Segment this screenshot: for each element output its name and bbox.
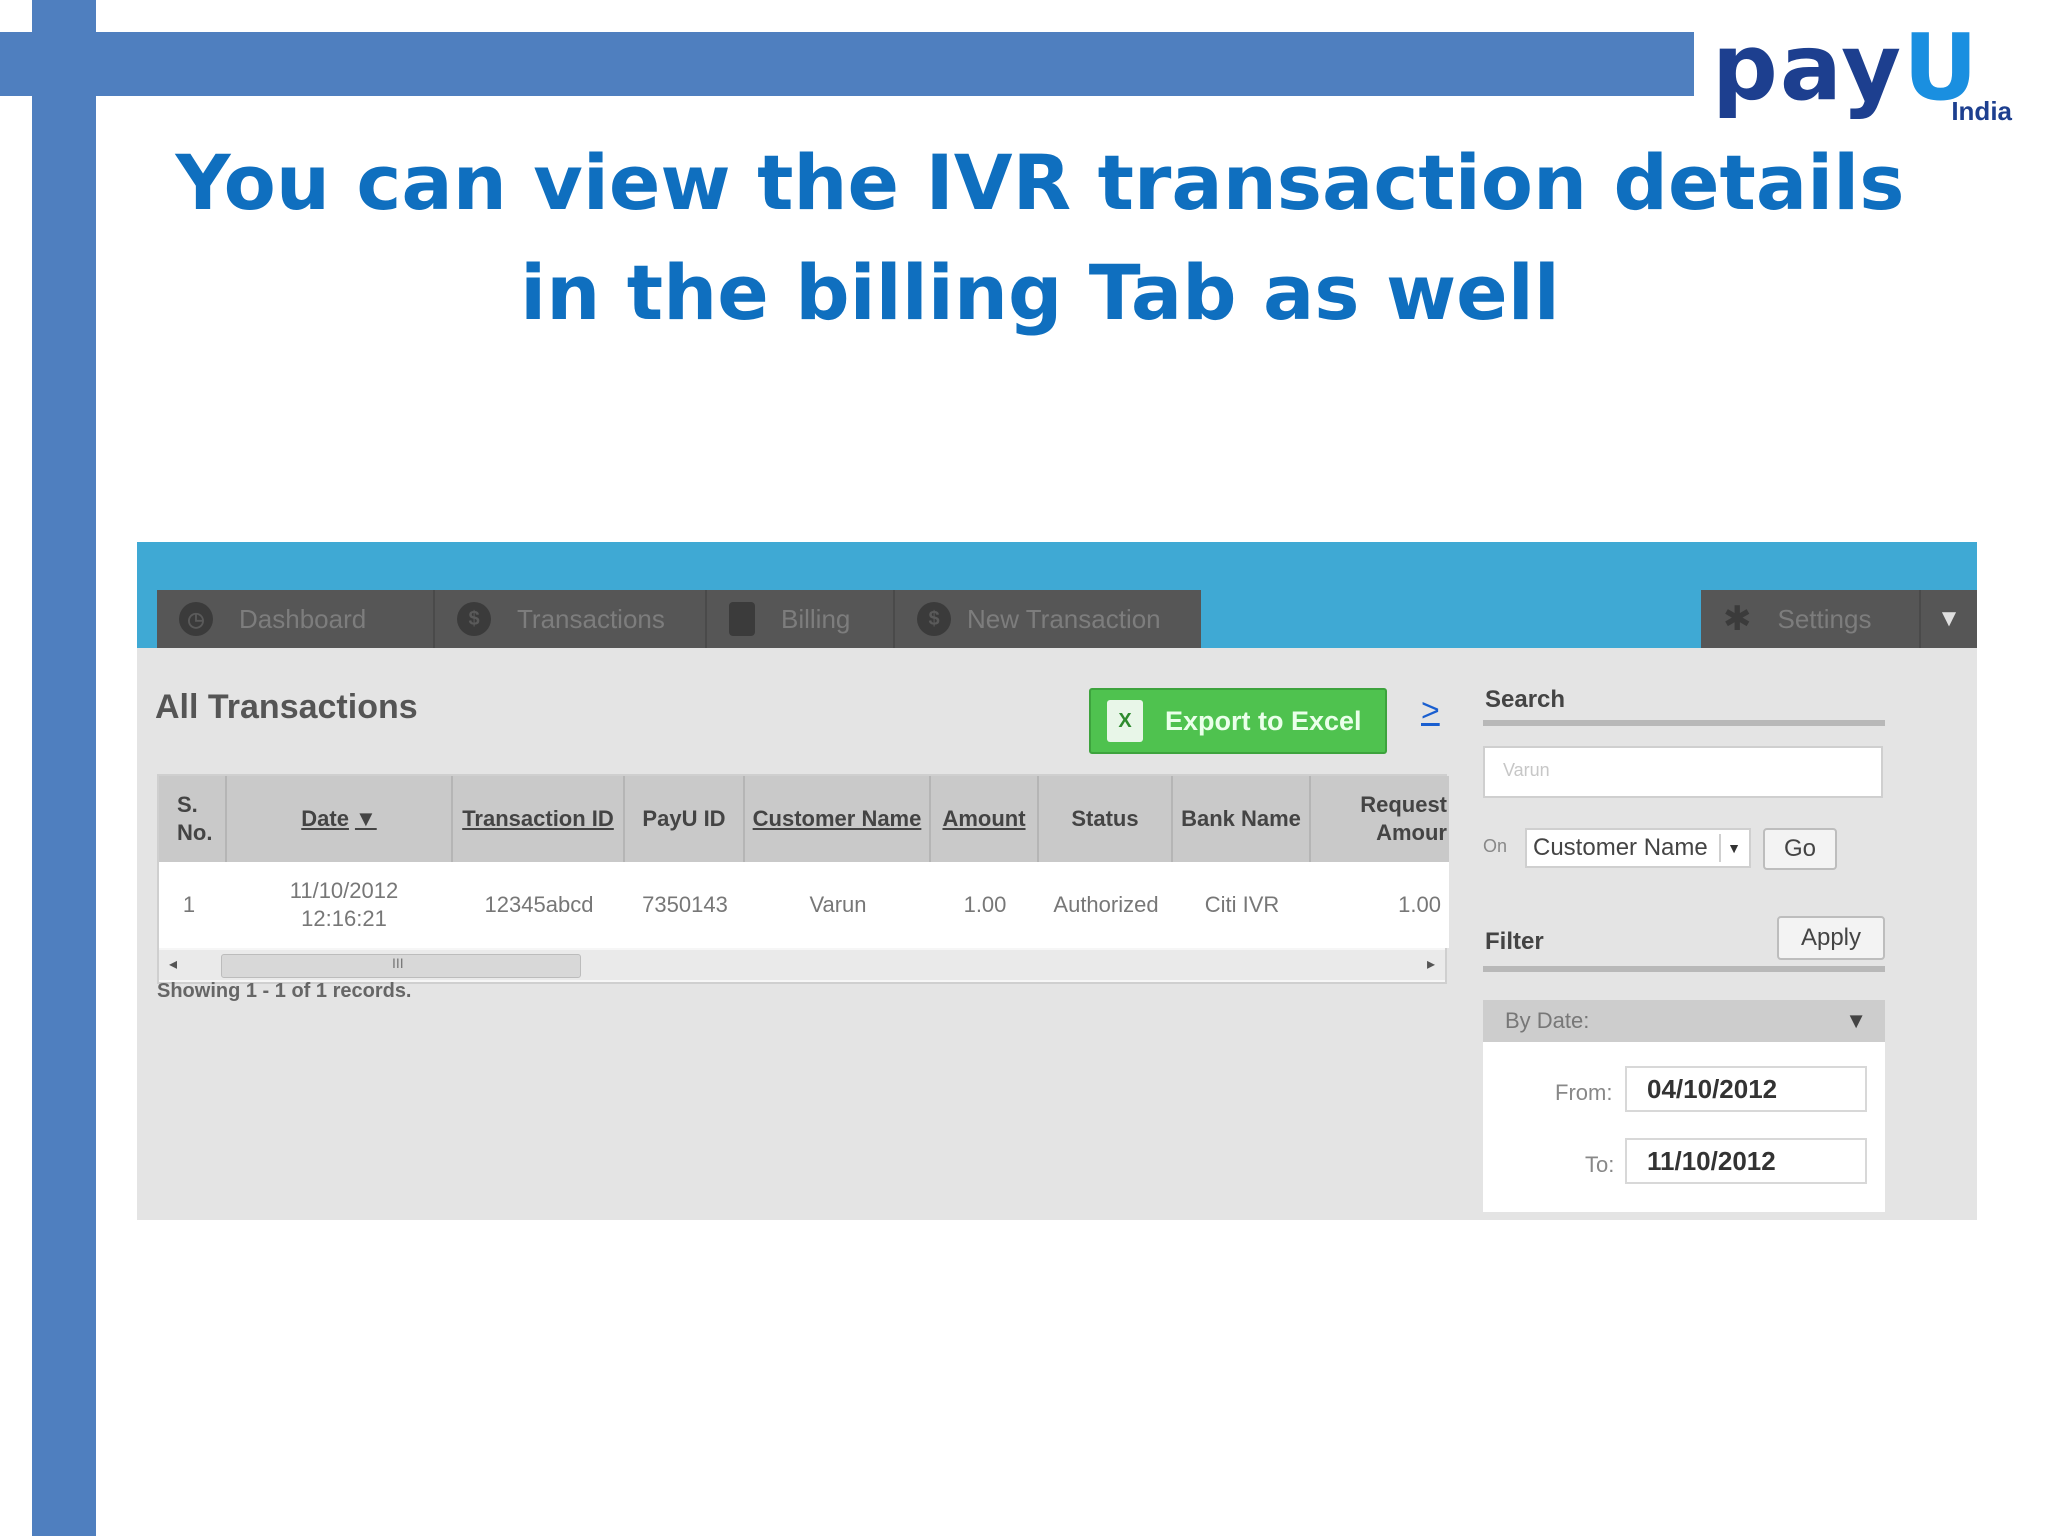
col-date[interactable]: Date ▼: [227, 776, 453, 862]
cell-bank-name: Citi IVR: [1204, 892, 1280, 917]
col-transaction-id[interactable]: Transaction ID: [453, 776, 625, 862]
to-date-field[interactable]: 11/10/2012: [1625, 1138, 1867, 1184]
nav-tabs: ◷ Dashboard $ Transactions Billing $ New…: [157, 590, 1201, 648]
apply-button[interactable]: Apply: [1777, 916, 1885, 960]
page-title: All Transactions: [155, 688, 418, 726]
col-status: Status: [1039, 776, 1173, 862]
export-to-excel-button[interactable]: X Export to Excel: [1089, 688, 1387, 754]
cell-transaction-id: 12345abcd: [484, 892, 594, 917]
search-divider: [1483, 720, 1885, 726]
search-input[interactable]: Varun: [1483, 746, 1883, 798]
horizontal-scrollbar[interactable]: ◂ III ▸: [159, 950, 1445, 980]
chevron-down-icon: ▼: [1845, 1008, 1867, 1033]
tab-transactions[interactable]: $ Transactions: [435, 590, 707, 648]
transactions-table: S. No. Date ▼ Transaction ID PayU ID Cus…: [157, 774, 1449, 984]
records-count: Showing 1 - 1 of 1 records.: [157, 980, 412, 1002]
col-sno: S. No.: [159, 776, 227, 862]
scrollbar-thumb[interactable]: III: [221, 954, 581, 978]
select-value: Customer Name: [1533, 834, 1708, 861]
cell-customer-name: Varun: [809, 892, 867, 917]
by-date-dropdown[interactable]: By Date: ▼: [1483, 1000, 1885, 1042]
accent-horizontal-bar: [0, 32, 1694, 96]
from-date-field[interactable]: 04/10/2012: [1625, 1066, 1867, 1112]
clock-icon: ◷: [179, 602, 213, 636]
tab-label: Dashboard: [239, 603, 367, 634]
more-link[interactable]: >: [1421, 692, 1440, 729]
tab-new-transaction[interactable]: $ New Transaction: [895, 590, 1201, 648]
search-field-select[interactable]: Customer Name ▼: [1525, 828, 1751, 868]
app-screenshot: ◷ Dashboard $ Transactions Billing $ New…: [137, 542, 1977, 1220]
dollar-icon: $: [457, 602, 491, 636]
scroll-left-arrow-icon[interactable]: ◂: [169, 954, 177, 974]
settings-menu[interactable]: ✱ Settings ▼: [1701, 590, 1977, 648]
col-request-amount: Request Amour: [1360, 792, 1447, 845]
col-date-label: Date: [301, 806, 349, 831]
chevron-down-icon: ▼: [1719, 834, 1747, 862]
search-heading: Search: [1485, 686, 1566, 713]
cell-request-amount: 1.00: [1398, 892, 1441, 917]
slide-title: You can view the IVR transaction details…: [175, 138, 1905, 337]
settings-label: Settings: [1777, 603, 1872, 634]
accent-vertical-bar: [32, 0, 96, 1536]
col-bank-name: Bank Name: [1173, 776, 1311, 862]
filter-heading: Filter: [1485, 928, 1544, 955]
col-customer-name[interactable]: Customer Name: [745, 776, 931, 862]
cell-payu-id: 7350143: [642, 892, 728, 917]
date-range-panel: From: 04/10/2012 To: 11/10/2012: [1483, 1042, 1885, 1212]
by-date-label: By Date:: [1505, 1008, 1590, 1033]
cell-date: 11/10/2012 12:16:21: [289, 878, 399, 931]
logo-subtitle: India: [1951, 96, 2012, 126]
table-header: S. No. Date ▼ Transaction ID PayU ID Cus…: [159, 776, 1449, 862]
col-payu-id: PayU ID: [625, 776, 745, 862]
logo-wordmark: payU: [1712, 14, 1980, 121]
from-label: From:: [1555, 1080, 1613, 1105]
tab-label: New Transaction: [967, 603, 1161, 634]
filter-divider: [1483, 966, 1885, 972]
table-row[interactable]: 1 11/10/2012 12:16:21 12345abcd 7350143 …: [159, 862, 1449, 948]
scroll-right-arrow-icon[interactable]: ▸: [1427, 954, 1435, 974]
tab-label: Transactions: [517, 603, 665, 634]
tab-billing[interactable]: Billing: [707, 590, 895, 648]
chevron-down-icon[interactable]: ▼: [1919, 590, 1977, 648]
to-label: To:: [1585, 1152, 1615, 1177]
tools-icon: ✱: [1723, 600, 1752, 638]
tab-dashboard[interactable]: ◷ Dashboard: [157, 590, 435, 648]
export-label: Export to Excel: [1165, 705, 1362, 736]
cell-amount: 1.00: [963, 892, 1007, 917]
search-on-label: On: [1483, 836, 1508, 856]
scroll-grip-icon: III: [392, 955, 404, 971]
cell-sno: 1: [182, 892, 196, 917]
cell-status: Authorized: [1053, 892, 1159, 917]
document-icon: [729, 602, 755, 636]
sort-desc-icon: ▼: [354, 806, 377, 831]
new-transaction-icon: $: [917, 602, 951, 636]
col-amount[interactable]: Amount: [931, 776, 1039, 862]
payu-logo: payU India: [1712, 18, 2012, 128]
tab-label: Billing: [781, 603, 851, 634]
go-button[interactable]: Go: [1763, 828, 1837, 870]
excel-icon: X: [1107, 700, 1143, 742]
